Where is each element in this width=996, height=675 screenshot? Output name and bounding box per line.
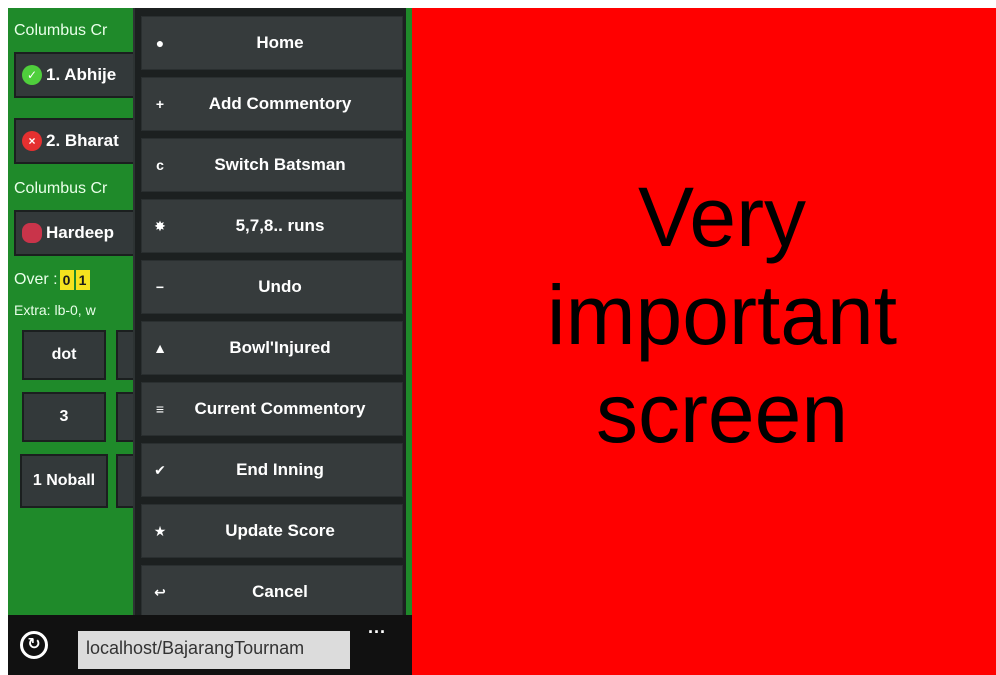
inactive-batsman-icon: × (22, 131, 42, 151)
over-summary: Over : 0 1 (14, 270, 90, 290)
menu-item-label: Undo (258, 277, 302, 296)
list-icon: ≡ (155, 401, 165, 417)
menu-item-end-inning[interactable]: ✔ End Inning (141, 443, 403, 497)
context-menu: ● Home + Add Commentory c Switch Batsman… (133, 8, 406, 619)
over-label: Over : (14, 271, 58, 288)
warning-icon: ▲ (153, 340, 167, 356)
over-ball: 1 (75, 270, 90, 290)
menu-item-label: Add Commentory (208, 94, 352, 113)
batsman-name-1: 1. Abhije (46, 65, 117, 84)
menu-item-label: Switch Batsman (214, 155, 346, 174)
text-line: Very (637, 170, 807, 264)
check-icon: ✔ (154, 461, 166, 478)
menu-item-label: Update Score (225, 521, 335, 540)
menu-item-update-score[interactable]: ★ Update Score (141, 504, 403, 558)
bowling-team-label: Columbus Cr (14, 180, 108, 197)
text-line: screen (595, 366, 849, 460)
minus-icon: − (155, 279, 165, 295)
important-screen-text: Very important screen (412, 168, 996, 462)
important-screen-panel: Very important screen (412, 8, 996, 675)
gear-icon: ✸ (154, 217, 166, 234)
extras-summary: Extra: lb-0, w (14, 302, 96, 318)
more-options-button[interactable]: ... (368, 617, 386, 638)
noball-button[interactable]: 1 Noball (20, 454, 108, 508)
menu-item-current-commentory[interactable]: ≡ Current Commentory (141, 382, 403, 436)
over-ball: 0 (59, 270, 74, 290)
batsman-name-2: 2. Bharat (46, 131, 119, 150)
dot-ball-button[interactable]: dot (22, 330, 106, 380)
menu-item-add-commentory[interactable]: + Add Commentory (141, 77, 403, 131)
menu-item-label: Bowl'Injured (229, 338, 331, 357)
text-line: important (546, 268, 898, 362)
menu-item-label: Current Commentory (194, 399, 366, 418)
home-icon: ● (155, 35, 165, 51)
menu-item-bowl-injured[interactable]: ▲ Bowl'Injured (141, 321, 403, 375)
back-icon: ↩ (154, 583, 166, 600)
bowler-name: Hardeep (46, 223, 115, 242)
refresh-icon: c (156, 157, 164, 173)
menu-item-label: Cancel (252, 582, 308, 601)
browser-app-bar: ↻ localhost/BajarangTournam ... (8, 615, 412, 675)
menu-item-label: 5,7,8.. runs (235, 216, 325, 235)
star-icon: ★ (153, 522, 167, 539)
address-bar[interactable]: localhost/BajarangTournam (78, 631, 350, 669)
ball-icon (22, 223, 42, 243)
menu-item-home[interactable]: ● Home (141, 16, 403, 70)
menu-item-label: Home (256, 33, 304, 52)
menu-item-switch-batsman[interactable]: c Switch Batsman (141, 138, 403, 192)
refresh-icon[interactable]: ↻ (20, 631, 48, 659)
menu-item-label: End Inning (236, 460, 324, 479)
plus-icon: + (155, 96, 165, 112)
active-batsman-icon: ✓ (22, 65, 42, 85)
menu-item-cancel[interactable]: ↩ Cancel (141, 565, 403, 619)
batting-team-label: Columbus Cr (14, 22, 108, 39)
menu-item-runs[interactable]: ✸ 5,7,8.. runs (141, 199, 403, 253)
three-runs-button[interactable]: 3 (22, 392, 106, 442)
menu-item-undo[interactable]: − Undo (141, 260, 403, 314)
